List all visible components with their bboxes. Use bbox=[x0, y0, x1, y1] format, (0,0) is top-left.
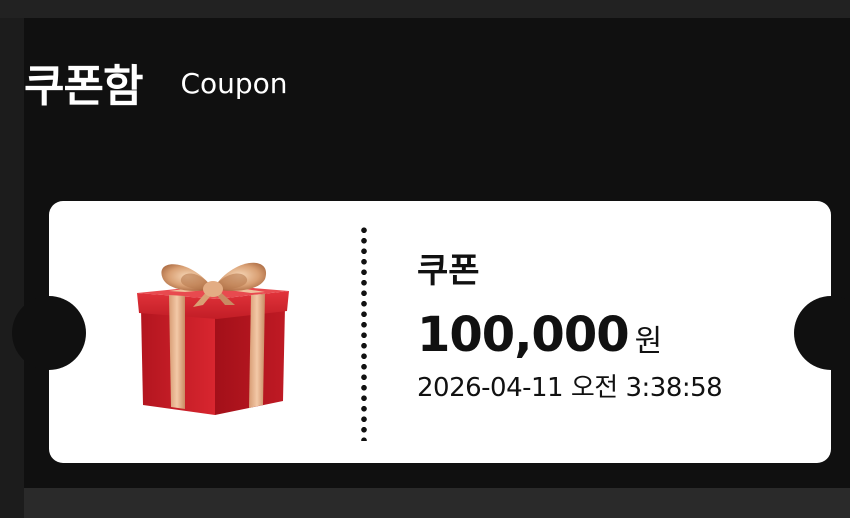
ticket-notch-left bbox=[12, 296, 86, 370]
coupon-info: 쿠폰 100,000 원 2026-04-11 오전 3:38:58 bbox=[417, 249, 723, 404]
page-header: 쿠폰함 Coupon bbox=[24, 52, 288, 112]
coupon-amount-row: 100,000 원 bbox=[417, 307, 722, 363]
bottom-bar bbox=[24, 488, 850, 518]
top-bar bbox=[0, 0, 850, 18]
coupon-card[interactable]: 쿠폰 100,000 원 2026-04-11 오전 3:38:58 bbox=[12, 201, 850, 463]
left-edge bbox=[0, 18, 24, 518]
page-title: 쿠폰함 bbox=[24, 61, 143, 112]
coupon-amount: 100,000 bbox=[417, 307, 630, 363]
coupon-currency-unit: 원 bbox=[634, 324, 663, 359]
page-subtitle: Coupon bbox=[180, 66, 288, 100]
gift-box-icon bbox=[133, 249, 293, 417]
ticket-notch-right bbox=[794, 296, 850, 370]
coupon-label: 쿠폰 bbox=[417, 251, 480, 291]
dotted-divider bbox=[361, 225, 367, 441]
coupon-datetime: 2026-04-11 오전 3:38:58 bbox=[417, 373, 723, 403]
